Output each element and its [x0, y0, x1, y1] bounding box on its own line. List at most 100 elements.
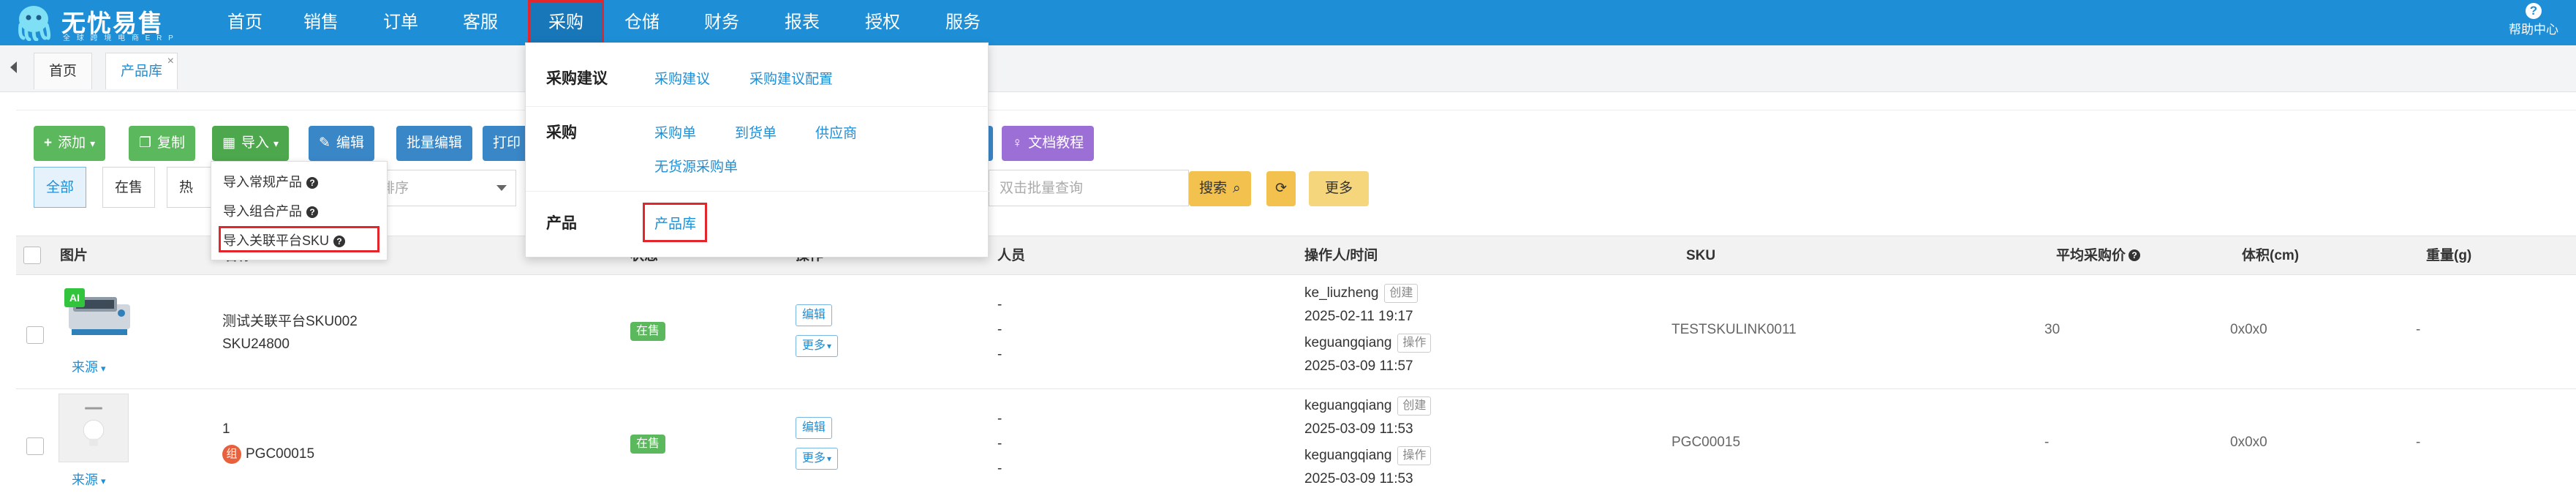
row-edit-button[interactable]: 编辑	[796, 417, 833, 439]
chevron-down-icon	[496, 185, 507, 191]
nav-home[interactable]: 首页	[219, 0, 271, 45]
person-value: -	[997, 297, 1002, 312]
filter-hot[interactable]: 热销	[167, 167, 214, 208]
volume-value: 0x0x0	[2230, 435, 2267, 450]
select-all-checkbox[interactable]	[23, 247, 41, 264]
row-edit-button[interactable]: 编辑	[796, 304, 833, 326]
row-checkbox[interactable]	[26, 437, 44, 455]
product-thumbnail[interactable]	[58, 394, 129, 462]
import-combo-product[interactable]: 导入组合产品?	[223, 201, 318, 220]
nav-services[interactable]: 服务	[937, 0, 989, 45]
op-tag: 操作	[1397, 446, 1432, 465]
nav-finance[interactable]: 财务	[696, 0, 747, 45]
import-button[interactable]: ▦ 导入 ▾	[212, 126, 289, 161]
volume-value: 0x0x0	[2230, 322, 2267, 337]
docs-button[interactable]: ♀ 文档教程	[1002, 126, 1095, 161]
nav-authorization[interactable]: 授权	[857, 0, 908, 45]
help-icon: ?	[2129, 249, 2141, 261]
row-more-button[interactable]: 更多 ▾	[796, 335, 839, 357]
batch-search-input[interactable]: 双击批量查询	[989, 170, 1189, 206]
nav-purchase[interactable]: 采购	[528, 0, 604, 45]
operator-entry: keguangqiang 操作	[1304, 446, 1432, 465]
tab-home-label: 首页	[49, 64, 78, 79]
menu-link-purchase-suggestion-config[interactable]: 采购建议配置	[749, 68, 833, 88]
operator-entry: keguangqiang 创建	[1304, 397, 1432, 416]
header-operator-time: 操作人/时间	[1304, 248, 1378, 263]
sku-value[interactable]: PGC00015	[1672, 435, 1740, 451]
operator-time: 2025-03-09 11:57	[1304, 358, 1413, 374]
operator-user: ke_liuzheng	[1304, 285, 1379, 301]
tab-home[interactable]: 首页	[34, 53, 93, 89]
menu-link-purchase-suggestion[interactable]: 采购建议	[654, 68, 710, 88]
highlight-box	[219, 226, 379, 252]
source-link[interactable]: 来源 ▾	[72, 357, 106, 376]
operator-entry: ke_liuzheng 创建	[1304, 284, 1419, 303]
header-avg-price[interactable]: 平均采购价?	[2056, 236, 2141, 276]
help-center[interactable]: ? 帮助中心	[2504, 3, 2563, 37]
person-value: -	[997, 347, 1002, 362]
octopus-logo-icon	[18, 6, 51, 41]
weight-value: -	[2416, 322, 2421, 337]
nav-sales[interactable]: 销售	[295, 0, 347, 45]
operator-entry: keguangqiang 操作	[1304, 334, 1432, 353]
chevron-down-icon: ▾	[90, 138, 96, 149]
copy-button[interactable]: ❐ 复制	[129, 126, 196, 161]
header-weight[interactable]: 重量(g)	[2426, 236, 2471, 276]
ai-badge: AI	[64, 288, 85, 307]
table-row[interactable]: AI 来源 ▾ 测试关联平台SKU002 SKU24800 在售 编辑 更多 ▾ -…	[16, 275, 2576, 389]
nav-customer-service[interactable]: 客服	[455, 0, 506, 45]
nav-reports[interactable]: 报表	[777, 0, 828, 45]
operator-time: 2025-02-11 19:17	[1304, 309, 1413, 324]
menu-section-product: 产品	[546, 215, 577, 232]
menu-link-supplier[interactable]: 供应商	[815, 122, 857, 142]
menu-link-arrival-order[interactable]: 到货单	[735, 122, 777, 142]
header-volume[interactable]: 体积(cm)	[2242, 236, 2299, 276]
header-sku[interactable]: SKU	[1686, 236, 1715, 276]
tab-product-library-label: 产品库	[121, 64, 163, 79]
nav-warehouse[interactable]: 仓储	[616, 0, 668, 45]
product-name[interactable]: 测试关联平台SKU002	[222, 310, 358, 330]
row-checkbox[interactable]	[26, 326, 44, 344]
operator-user: keguangqiang	[1304, 335, 1392, 351]
menu-link-purchase-order[interactable]: 采购单	[654, 122, 696, 142]
person-value: -	[997, 461, 1002, 476]
search-icon: ⌕	[1233, 181, 1241, 196]
chevron-down-icon: ▾	[101, 476, 106, 486]
person-value: -	[997, 322, 1002, 337]
search-button[interactable]: 搜索 ⌕	[1189, 171, 1251, 206]
batch-edit-button[interactable]: 批量编辑	[396, 126, 473, 161]
print-button[interactable]: 打印	[483, 126, 532, 161]
add-button[interactable]: + 添加 ▾	[34, 126, 106, 161]
brand-logo[interactable]: 无忧易售 全 球 跨 境 电 商 E R P	[10, 3, 222, 42]
menu-divider	[526, 106, 989, 107]
op-tag: 操作	[1397, 334, 1432, 353]
menu-section-purchase: 采购	[546, 124, 577, 141]
product-name[interactable]: 1	[222, 421, 230, 437]
table-row[interactable]: 来源 ▾ 1 组 PGC00015 在售 编辑 更多 ▾ - - - keguangq…	[16, 389, 2576, 496]
sku-value[interactable]: TESTSKULINK0011	[1672, 322, 1797, 338]
bulb-placeholder-icon	[83, 407, 105, 446]
tab-product-library[interactable]: 产品库 ×	[105, 53, 178, 89]
help-icon: ?	[306, 206, 318, 218]
help-icon: ?	[2526, 3, 2542, 19]
chevron-down-icon: ▾	[827, 341, 832, 351]
more-filters-button[interactable]: 更多	[1309, 171, 1370, 206]
highlight-box	[643, 203, 707, 242]
sort-select[interactable]: 排序	[370, 170, 516, 206]
import-regular-product[interactable]: 导入常规产品?	[223, 172, 318, 191]
source-link[interactable]: 来源 ▾	[72, 470, 106, 489]
refresh-button[interactable]: ⟳	[1266, 171, 1296, 206]
nav-orders[interactable]: 订单	[375, 0, 426, 45]
header-person: 人员	[997, 248, 1026, 263]
filter-all[interactable]: 全部	[34, 167, 87, 208]
plus-icon: +	[44, 135, 53, 151]
avg-price-value: -	[2044, 435, 2050, 450]
close-icon[interactable]: ×	[167, 43, 174, 80]
row-more-button[interactable]: 更多 ▾	[796, 448, 839, 470]
filter-on-sale[interactable]: 在售	[102, 167, 156, 208]
import-dropdown: 导入常规产品? 导入组合产品? 导入关联平台SKU?	[211, 161, 388, 260]
menu-link-dropship-purchase-order[interactable]: 无货源采购单	[654, 156, 738, 176]
pencil-icon: ✎	[319, 135, 331, 151]
edit-button[interactable]: ✎ 编辑	[309, 126, 374, 161]
tabs-scroll-left-icon[interactable]	[10, 61, 17, 73]
